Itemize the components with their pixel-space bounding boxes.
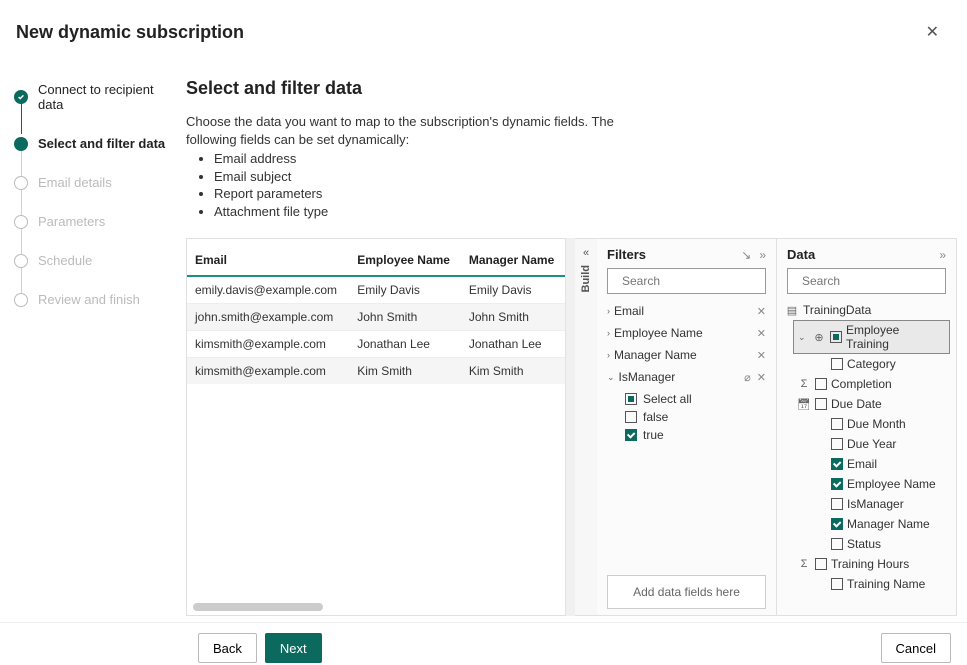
next-button[interactable]: Next xyxy=(265,633,322,663)
filter-employee-name[interactable]: ›Employee Name ✕ xyxy=(603,322,770,344)
field-due-month[interactable]: Due Month xyxy=(783,414,950,434)
filters-title: Filters xyxy=(607,247,646,262)
step-dot-icon xyxy=(14,176,28,190)
checkbox-icon xyxy=(625,411,637,423)
close-button[interactable]: ✕ xyxy=(918,18,947,46)
check-icon xyxy=(14,90,28,104)
step-dot-icon xyxy=(14,254,28,268)
step-email-details[interactable]: Email details xyxy=(14,175,180,190)
checkbox-icon xyxy=(831,498,843,510)
step-parameters[interactable]: Parameters xyxy=(14,214,180,229)
filters-search[interactable] xyxy=(607,268,766,294)
checkbox-icon xyxy=(831,578,843,590)
expand-filters-icon[interactable]: » xyxy=(759,248,766,262)
checkbox-icon xyxy=(815,398,827,410)
checkbox-icon xyxy=(625,393,637,405)
field-completion[interactable]: ΣCompletion xyxy=(783,374,950,394)
filter-ismanager[interactable]: ⌄IsManager ⌀✕ xyxy=(603,366,770,388)
filters-panel: Filters ↘ » ›Email ✕ ›Emplo xyxy=(597,238,777,616)
checkbox-icon xyxy=(831,458,843,470)
filter-email[interactable]: ›Email ✕ xyxy=(603,300,770,322)
checkbox-icon xyxy=(831,538,843,550)
field-manager-name[interactable]: Manager Name xyxy=(783,514,950,534)
field-training-hours[interactable]: ΣTraining Hours xyxy=(783,554,950,574)
sum-icon: Σ xyxy=(797,558,811,570)
field-status[interactable]: Status xyxy=(783,534,950,554)
remove-filter-icon[interactable]: ✕ xyxy=(757,305,766,318)
col-manager-name[interactable]: Manager Name xyxy=(461,239,565,276)
remove-filter-icon[interactable]: ✕ xyxy=(757,371,766,384)
calendar-icon: 📅︎ xyxy=(797,398,811,411)
build-pane-toggle[interactable]: « Build xyxy=(575,238,597,616)
data-title: Data xyxy=(787,247,815,262)
filters-search-input[interactable] xyxy=(620,273,779,289)
filter-option-false[interactable]: false xyxy=(603,410,770,424)
checkbox-icon xyxy=(625,429,637,441)
dataset-icon: ▤ xyxy=(785,304,799,317)
field-training-name[interactable]: Training Name xyxy=(783,574,950,594)
filter-option-select-all[interactable]: Select all xyxy=(603,392,770,406)
step-dot-icon xyxy=(14,137,28,151)
wizard-stepper: Connect to recipient data Select and fil… xyxy=(0,56,180,616)
step-connect-recipient[interactable]: Connect to recipient data xyxy=(14,82,180,112)
checkbox-icon xyxy=(815,378,827,390)
field-due-year[interactable]: Due Year xyxy=(783,434,950,454)
step-schedule[interactable]: Schedule xyxy=(14,253,180,268)
chevron-right-icon: › xyxy=(607,350,610,360)
cancel-button[interactable]: Cancel xyxy=(881,633,951,663)
field-employee-name[interactable]: Employee Name xyxy=(783,474,950,494)
filter-manager-name[interactable]: ›Manager Name ✕ xyxy=(603,344,770,366)
chevron-down-icon: ⌄ xyxy=(607,372,615,383)
step-select-filter[interactable]: Select and filter data xyxy=(14,136,180,151)
col-email[interactable]: Email xyxy=(187,239,349,276)
dataset-node[interactable]: ▤ TrainingData xyxy=(783,300,950,320)
checkbox-icon xyxy=(831,438,843,450)
data-search[interactable] xyxy=(787,268,946,294)
checkbox-icon xyxy=(831,418,843,430)
page-description: Choose the data you want to map to the s… xyxy=(186,113,626,220)
remove-filter-icon[interactable]: ✕ xyxy=(757,349,766,362)
chevron-down-icon: ⌄ xyxy=(798,332,808,343)
checkbox-icon xyxy=(815,558,827,570)
table-row[interactable]: kimsmith@example.com Jonathan Lee Jonath… xyxy=(187,331,565,358)
page-heading: Select and filter data xyxy=(186,78,957,99)
checkbox-icon xyxy=(830,331,842,343)
back-button[interactable]: Back xyxy=(198,633,257,663)
vertical-scrollbar[interactable] xyxy=(565,238,575,616)
col-employee-name[interactable]: Employee Name xyxy=(349,239,461,276)
step-review-finish[interactable]: Review and finish xyxy=(14,292,180,307)
field-category[interactable]: Category xyxy=(783,354,950,374)
remove-filter-icon[interactable]: ✕ xyxy=(757,327,766,340)
data-preview-table: Email Employee Name Manager Name emily.d… xyxy=(186,238,565,616)
data-table-node[interactable]: ⌄ ⊕ Employee Training xyxy=(793,320,950,354)
checkbox-icon xyxy=(831,518,843,530)
step-dot-icon xyxy=(14,215,28,229)
filters-drop-target[interactable]: Add data fields here xyxy=(607,575,766,609)
checkbox-icon xyxy=(831,358,843,370)
checkbox-icon xyxy=(831,478,843,490)
sum-icon: Σ xyxy=(797,378,811,390)
field-email[interactable]: Email xyxy=(783,454,950,474)
step-dot-icon xyxy=(14,293,28,307)
clear-filters-icon[interactable]: ↘ xyxy=(741,248,751,262)
chevron-right-icon: › xyxy=(607,306,610,316)
data-search-input[interactable] xyxy=(800,273,959,289)
filter-option-true[interactable]: true xyxy=(603,428,770,442)
table-row[interactable]: emily.davis@example.com Emily Davis Emil… xyxy=(187,276,565,304)
horizontal-scrollbar[interactable] xyxy=(193,603,323,611)
field-ismanager[interactable]: IsManager xyxy=(783,494,950,514)
dialog-title: New dynamic subscription xyxy=(16,22,244,43)
edit-filter-icon[interactable]: ⌀ xyxy=(744,371,751,384)
table-row[interactable]: kimsmith@example.com Kim Smith Kim Smith xyxy=(187,358,565,385)
data-panel: Data » ▤ TrainingData ⌄ ⊕ xyxy=(777,238,957,616)
chevron-double-left-icon: « xyxy=(583,247,589,259)
field-due-date[interactable]: 📅︎Due Date xyxy=(783,394,950,414)
globe-icon: ⊕ xyxy=(812,331,826,344)
chevron-right-icon: › xyxy=(607,328,610,338)
expand-data-icon[interactable]: » xyxy=(939,248,946,262)
table-row[interactable]: john.smith@example.com John Smith John S… xyxy=(187,304,565,331)
